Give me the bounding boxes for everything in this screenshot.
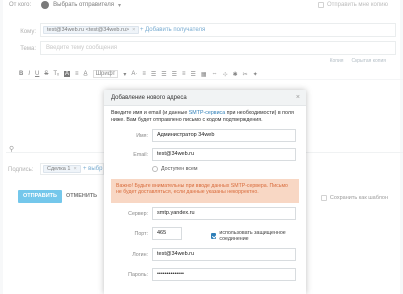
server-label: Сервер:	[128, 211, 148, 217]
modal-header: Добавление нового адреса ×	[104, 90, 306, 106]
name-label: Имя:	[136, 133, 148, 139]
add-address-modal: Добавление нового адреса × Введите имя и…	[104, 90, 306, 294]
intro-text-1: Введите имя и email (и данные	[111, 110, 189, 116]
available-all-option[interactable]: Доступен всем	[152, 166, 198, 172]
port-input[interactable]: 465	[152, 227, 182, 240]
close-icon[interactable]: ×	[296, 94, 300, 101]
available-all-label: Доступен всем	[161, 166, 198, 172]
name-input[interactable]: Администратор 34web	[152, 129, 296, 142]
ssl-option[interactable]: использовать защищенное соединение	[211, 230, 306, 242]
ssl-label: использовать защищенное соединение	[219, 230, 286, 242]
login-label: Логин:	[132, 252, 148, 258]
ssl-checkbox[interactable]	[211, 233, 217, 239]
server-input[interactable]: smtp.yandex.ru	[152, 207, 296, 220]
password-input[interactable]: ••••••••••••••	[152, 268, 296, 281]
modal-intro: Введите имя и email (и данные SMTP-серви…	[111, 110, 301, 123]
modal-title: Добавление нового адреса	[111, 95, 187, 101]
available-all-checkbox[interactable]	[152, 166, 158, 172]
email-label: Email:	[133, 152, 148, 158]
password-label: Пароль:	[128, 272, 148, 278]
email-input[interactable]: test@34web.ru	[152, 148, 296, 161]
smtp-service-link[interactable]: SMTP-сервиса	[189, 110, 225, 116]
login-input[interactable]: test@34web.ru	[152, 248, 296, 261]
smtp-warning: Важно! Будьте внимательны при вводе данн…	[111, 179, 299, 203]
port-label: Порт:	[134, 231, 148, 237]
